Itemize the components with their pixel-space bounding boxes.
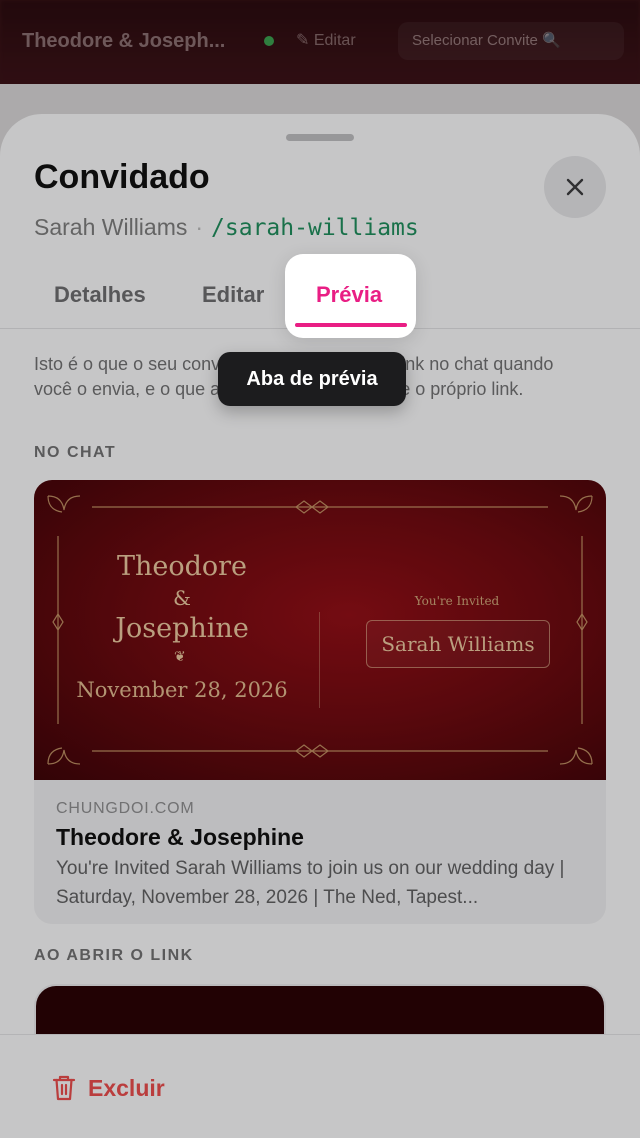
tooltip: Aba de prévia (218, 352, 406, 406)
tab-details[interactable]: Detalhes (54, 282, 146, 308)
status-dot (264, 36, 274, 46)
link-preview-card[interactable]: Theodore & Josephine ❦ November 28, 2026… (34, 480, 606, 924)
sheet-title: Convidado (34, 158, 210, 196)
background-title: Theodore & Joseph... (22, 30, 226, 52)
active-tab-indicator (295, 323, 407, 327)
guest-name: Sarah Williams (34, 214, 188, 240)
sheet-footer: Excluir (0, 1034, 640, 1138)
section-label-chat: NO CHAT (34, 444, 117, 461)
close-icon (566, 178, 584, 196)
link-description: You're Invited Sarah Williams to join us… (56, 858, 565, 908)
invited-label: You're Invited (414, 594, 500, 608)
partner-1-name: Theodore (116, 551, 248, 582)
wedding-date: November 28, 2026 (76, 678, 288, 702)
heart-icon: ❦ (174, 648, 186, 664)
guest-slug: /sarah-williams (211, 215, 419, 241)
delete-button[interactable]: Excluir (52, 1071, 165, 1105)
link-domain: CHUNGDOI.COM (56, 800, 195, 817)
guest-name-box: Sarah Williams (366, 620, 550, 668)
section-label-open-link: AO ABRIR O LINK (34, 947, 194, 964)
trash-icon (52, 1075, 76, 1101)
card-guest-name: Sarah Williams (381, 632, 535, 656)
link-title: Theodore & Josephine (56, 824, 304, 850)
sheet-grabber[interactable] (286, 134, 354, 141)
vertical-divider (319, 612, 320, 708)
tab-preview-label: Prévia (316, 282, 383, 307)
guest-subtitle: Sarah Williams · /sarah-williams (34, 214, 419, 241)
partner-2-name: Josephine (115, 613, 249, 644)
tab-edit[interactable]: Editar (202, 282, 264, 308)
couple-names: Theodore & Josephine (104, 550, 260, 646)
close-button[interactable] (544, 156, 606, 218)
subtitle-separator: · (195, 214, 204, 240)
background-select-button: Selecionar Convite 🔍 (398, 22, 624, 60)
delete-label: Excluir (88, 1074, 165, 1101)
ampersand: & (173, 586, 191, 610)
invitation-image: Theodore & Josephine ❦ November 28, 2026… (34, 480, 606, 780)
background-edit-button: ✎ Editar (296, 32, 356, 49)
